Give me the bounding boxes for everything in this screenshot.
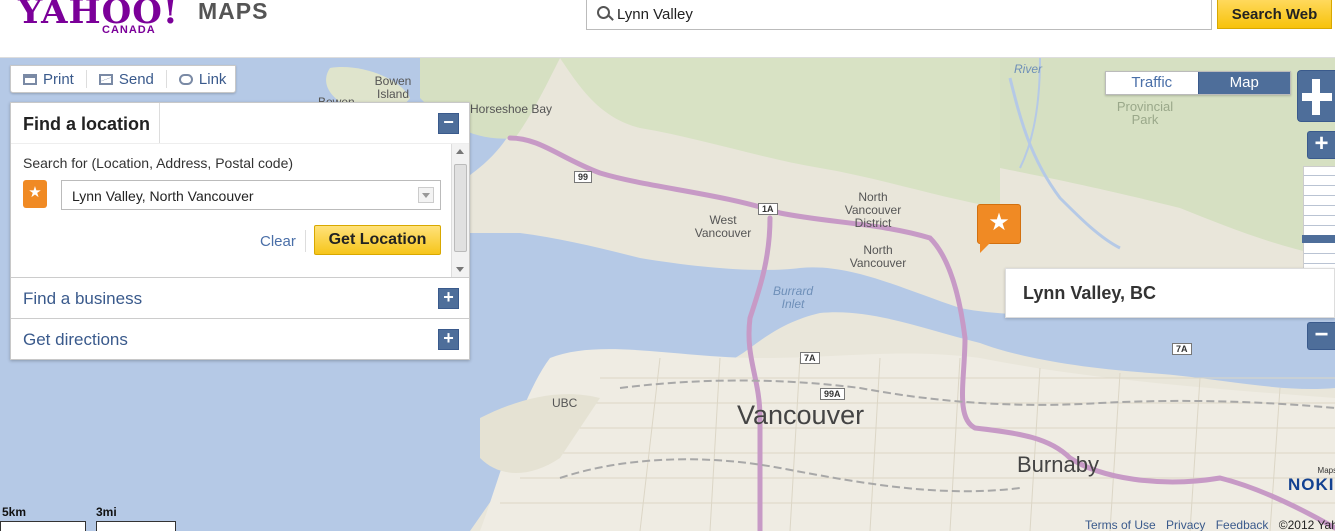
web-search-box: [586, 0, 1212, 30]
zoom-out-button[interactable]: −: [1307, 322, 1335, 350]
highway-1a-shield: 1A: [758, 203, 778, 215]
clear-link[interactable]: Clear: [260, 233, 296, 250]
search-icon: [597, 6, 610, 19]
scale-km-bar: [0, 521, 86, 531]
scroll-up-icon[interactable]: [456, 149, 464, 154]
search-panel: Find a location − Search for (Location, …: [10, 102, 470, 360]
popup-location-label: Lynn Valley, BC: [1023, 283, 1157, 303]
divider: [305, 230, 306, 252]
label-bowen-island: Bowen Island: [374, 74, 412, 101]
get-directions-label: Get directions: [23, 330, 128, 349]
map-tab[interactable]: Map: [1197, 72, 1290, 94]
location-popup[interactable]: Lynn Valley, BC: [1005, 268, 1335, 318]
zoom-slider-handle[interactable]: [1302, 235, 1335, 243]
expand-find-business-button[interactable]: +: [438, 288, 459, 309]
find-location-title: Find a location: [23, 114, 151, 134]
map-type-toggle: Traffic Map: [1105, 71, 1291, 95]
print-label: Print: [43, 70, 74, 88]
get-directions-row[interactable]: Get directions +: [11, 318, 469, 359]
find-business-label: Find a business: [23, 289, 143, 308]
link-icon: [178, 73, 193, 85]
privacy-link[interactable]: Privacy: [1166, 518, 1205, 531]
map-tools-bar: Print Send Link: [10, 65, 236, 93]
label-horseshoe-bay: Horseshoe Bay: [470, 102, 553, 116]
find-location-header[interactable]: Find a location −: [11, 103, 469, 143]
label-ubc: UBC: [552, 396, 578, 410]
location-pin-icon[interactable]: ★: [977, 204, 1021, 253]
highway-99-shield: 99: [574, 171, 593, 183]
maps-by-label: Maps by: [1317, 466, 1335, 475]
header: YAHOO! CANADA MAPS Search Web: [0, 0, 1335, 58]
collapse-find-location-button[interactable]: −: [438, 113, 459, 134]
envelope-icon: [98, 73, 113, 85]
get-location-button[interactable]: Get Location: [314, 225, 441, 255]
label-north-vancouver-district: North Vancouver District: [844, 190, 902, 230]
find-business-row[interactable]: Find a business +: [11, 277, 469, 318]
print-icon: [23, 73, 37, 85]
highway-7a-east-shield: 7A: [1172, 343, 1192, 355]
highway-99a-shield: 99A: [820, 388, 845, 400]
location-input-value: Lynn Valley, North Vancouver: [72, 188, 254, 204]
label-burrard-inlet: Burrard Inlet: [773, 284, 814, 311]
scale-mi-label: 3mi: [96, 505, 117, 519]
footer-links: Terms of Use Privacy Feedback ©2012 Yaho…: [1085, 518, 1335, 531]
send-button[interactable]: Send: [87, 70, 167, 88]
traffic-tab[interactable]: Traffic: [1106, 72, 1198, 94]
label-river: River: [1014, 62, 1043, 76]
label-vancouver: Vancouver: [737, 400, 865, 430]
scale-mi-bar: [96, 521, 176, 531]
send-label: Send: [118, 70, 154, 88]
terms-link[interactable]: Terms of Use: [1085, 518, 1156, 531]
find-location-body: Search for (Location, Address, Postal co…: [11, 143, 469, 278]
scroll-thumb[interactable]: [454, 164, 467, 252]
nokia-logo: NOKIA: [1288, 475, 1335, 494]
label-north-vancouver: North Vancouver: [849, 243, 907, 270]
label-provincial-park: Provincial Park: [1116, 99, 1174, 127]
label-west-vancouver: West Vancouver: [694, 213, 752, 240]
zoom-in-button[interactable]: +: [1307, 131, 1335, 159]
search-for-label: Search for (Location, Address, Postal co…: [23, 155, 294, 171]
expand-get-directions-button[interactable]: +: [438, 329, 459, 350]
link-button[interactable]: Link: [167, 70, 239, 88]
map-attribution: Maps by NOKIA: [1288, 466, 1335, 495]
print-button[interactable]: Print: [11, 70, 87, 88]
pan-control-icon[interactable]: [1297, 70, 1335, 122]
search-web-button[interactable]: Search Web: [1217, 0, 1332, 29]
panel-scrollbar[interactable]: [451, 144, 469, 278]
star-marker-icon: ★: [23, 180, 47, 208]
copyright-text: ©2012 Yahoo!: [1278, 518, 1335, 531]
link-label: Link: [198, 70, 227, 88]
scroll-down-icon[interactable]: [456, 267, 464, 272]
web-search-input[interactable]: [617, 3, 1197, 25]
tab-divider: [159, 103, 160, 143]
location-input[interactable]: Lynn Valley, North Vancouver: [61, 180, 441, 210]
logo-canada: CANADA: [102, 24, 156, 36]
feedback-link[interactable]: Feedback: [1216, 518, 1269, 531]
chevron-down-icon[interactable]: [418, 187, 434, 203]
label-burnaby: Burnaby: [1017, 452, 1099, 477]
logo-maps[interactable]: MAPS: [198, 0, 268, 25]
highway-7a-shield: 7A: [800, 352, 820, 364]
scale-km-label: 5km: [2, 505, 27, 519]
